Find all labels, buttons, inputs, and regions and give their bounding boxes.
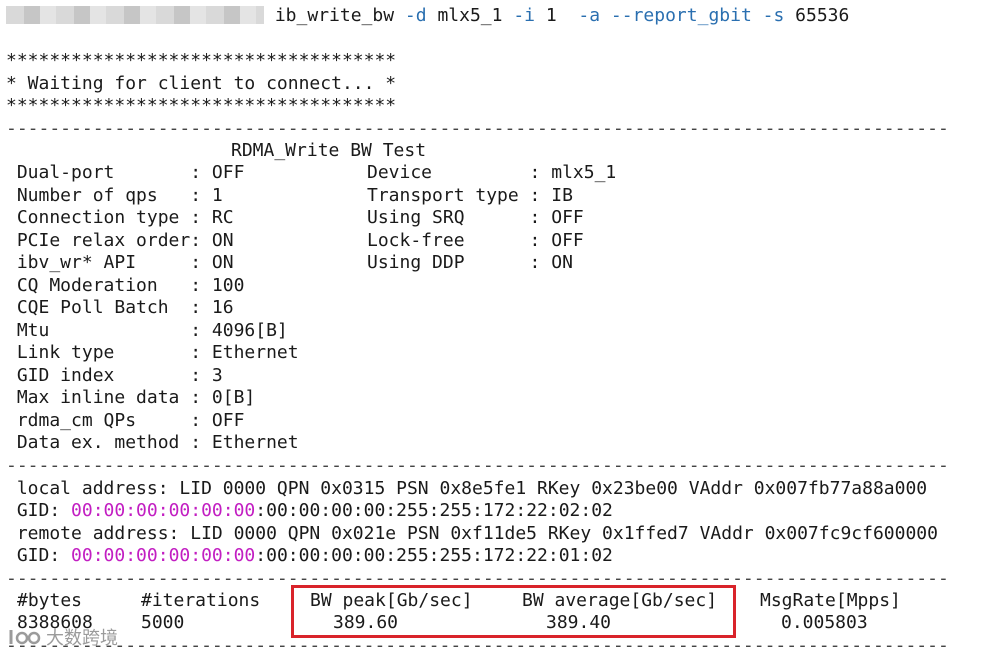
watermark: 大数跨境 bbox=[8, 624, 118, 650]
command-name: ib_write_bw bbox=[274, 5, 395, 26]
param-ibv-wr-api: ibv_wr* API : ON bbox=[6, 252, 234, 273]
banner-message: * Waiting for client to connect... * bbox=[6, 73, 397, 94]
terminal-window[interactable]: ib_write_bw -d mlx5_1 -i 1 -a --report_g… bbox=[0, 0, 1000, 656]
watermark-logo-icon bbox=[9, 630, 41, 645]
param-mtu: Mtu : 4096[B] bbox=[6, 320, 288, 341]
local-gid-label: GID: bbox=[6, 500, 72, 521]
flag-report-gbit: --report_gbit bbox=[610, 5, 752, 26]
remote-gid: GID: 00:00:00:00:00:00:00:00:00:00:255:2… bbox=[6, 545, 613, 567]
remote-address: remote address: LID 0000 QPN 0x021e PSN … bbox=[6, 523, 938, 544]
remote-gid-label: GID: bbox=[6, 545, 72, 566]
command-device: mlx5_1 bbox=[437, 5, 503, 26]
param-pcie-relax-order: PCIe relax order: ON bbox=[6, 230, 234, 251]
param-transport-type: Transport type : IB bbox=[367, 185, 573, 206]
header-iterations: #iterations bbox=[141, 590, 261, 611]
param-max-inline-data: Max inline data : 0[B] bbox=[6, 387, 256, 408]
separator-2: ----------------------------------------… bbox=[6, 455, 949, 476]
separator-4: ----------------------------------------… bbox=[6, 635, 949, 656]
local-gid: GID: 00:00:00:00:00:00:00:00:00:00:255:2… bbox=[6, 500, 613, 522]
flag-d: -d bbox=[404, 5, 427, 26]
bandwidth-highlight-box bbox=[291, 585, 736, 638]
param-cq-moderation: CQ Moderation : 100 bbox=[6, 275, 245, 296]
param-connection-type: Connection type : RC bbox=[6, 207, 234, 228]
flag-i: -i bbox=[513, 5, 535, 26]
test-title: RDMA_Write BW Test bbox=[231, 140, 427, 161]
value-msgrate: 0.005803 bbox=[781, 612, 868, 633]
param-number-of-qps: Number of qps : 1 bbox=[6, 185, 223, 206]
param-using-srq: Using SRQ : OFF bbox=[367, 207, 584, 228]
banner-stars-bottom: ************************************ bbox=[6, 95, 397, 116]
local-gid-rest: :00:00:00:00:255:255:172:22:02:02 bbox=[255, 500, 613, 521]
header-bytes: #bytes bbox=[17, 590, 83, 611]
command-port: 1 bbox=[545, 5, 557, 26]
param-rdma-cm-qps: rdma_cm QPs : OFF bbox=[6, 410, 245, 431]
param-using-ddp: Using DDP : ON bbox=[367, 252, 573, 273]
param-device: Device : mlx5_1 bbox=[367, 162, 617, 183]
param-lock-free: Lock-free : OFF bbox=[367, 230, 584, 251]
local-address: local address: LID 0000 QPN 0x0315 PSN 0… bbox=[6, 478, 928, 499]
command-line: ib_write_bw -d mlx5_1 -i 1 -a --report_g… bbox=[6, 5, 849, 27]
redacted-prompt bbox=[6, 6, 264, 24]
remote-gid-rest: :00:00:00:00:255:255:172:22:01:02 bbox=[255, 545, 613, 566]
param-link-type: Link type : Ethernet bbox=[6, 342, 299, 363]
watermark-text: 大数跨境 bbox=[46, 628, 118, 649]
value-iterations: 5000 bbox=[141, 612, 185, 633]
banner-stars-top: ************************************ bbox=[6, 50, 397, 71]
separator-1: ----------------------------------------… bbox=[6, 118, 949, 139]
command-size: 65536 bbox=[795, 5, 850, 26]
param-cqe-poll-batch: CQE Poll Batch : 16 bbox=[6, 297, 234, 318]
remote-gid-highlight: 00:00:00:00:00:00 bbox=[71, 545, 256, 566]
local-gid-highlight: 00:00:00:00:00:00 bbox=[71, 500, 256, 521]
flag-s: -s bbox=[762, 5, 785, 26]
param-data-ex-method: Data ex. method : Ethernet bbox=[6, 432, 299, 453]
header-msgrate: MsgRate[Mpps] bbox=[760, 590, 901, 611]
flag-a: -a bbox=[578, 5, 601, 26]
param-dual-port: Dual-port : OFF bbox=[6, 162, 245, 183]
param-gid-index: GID index : 3 bbox=[6, 365, 223, 386]
